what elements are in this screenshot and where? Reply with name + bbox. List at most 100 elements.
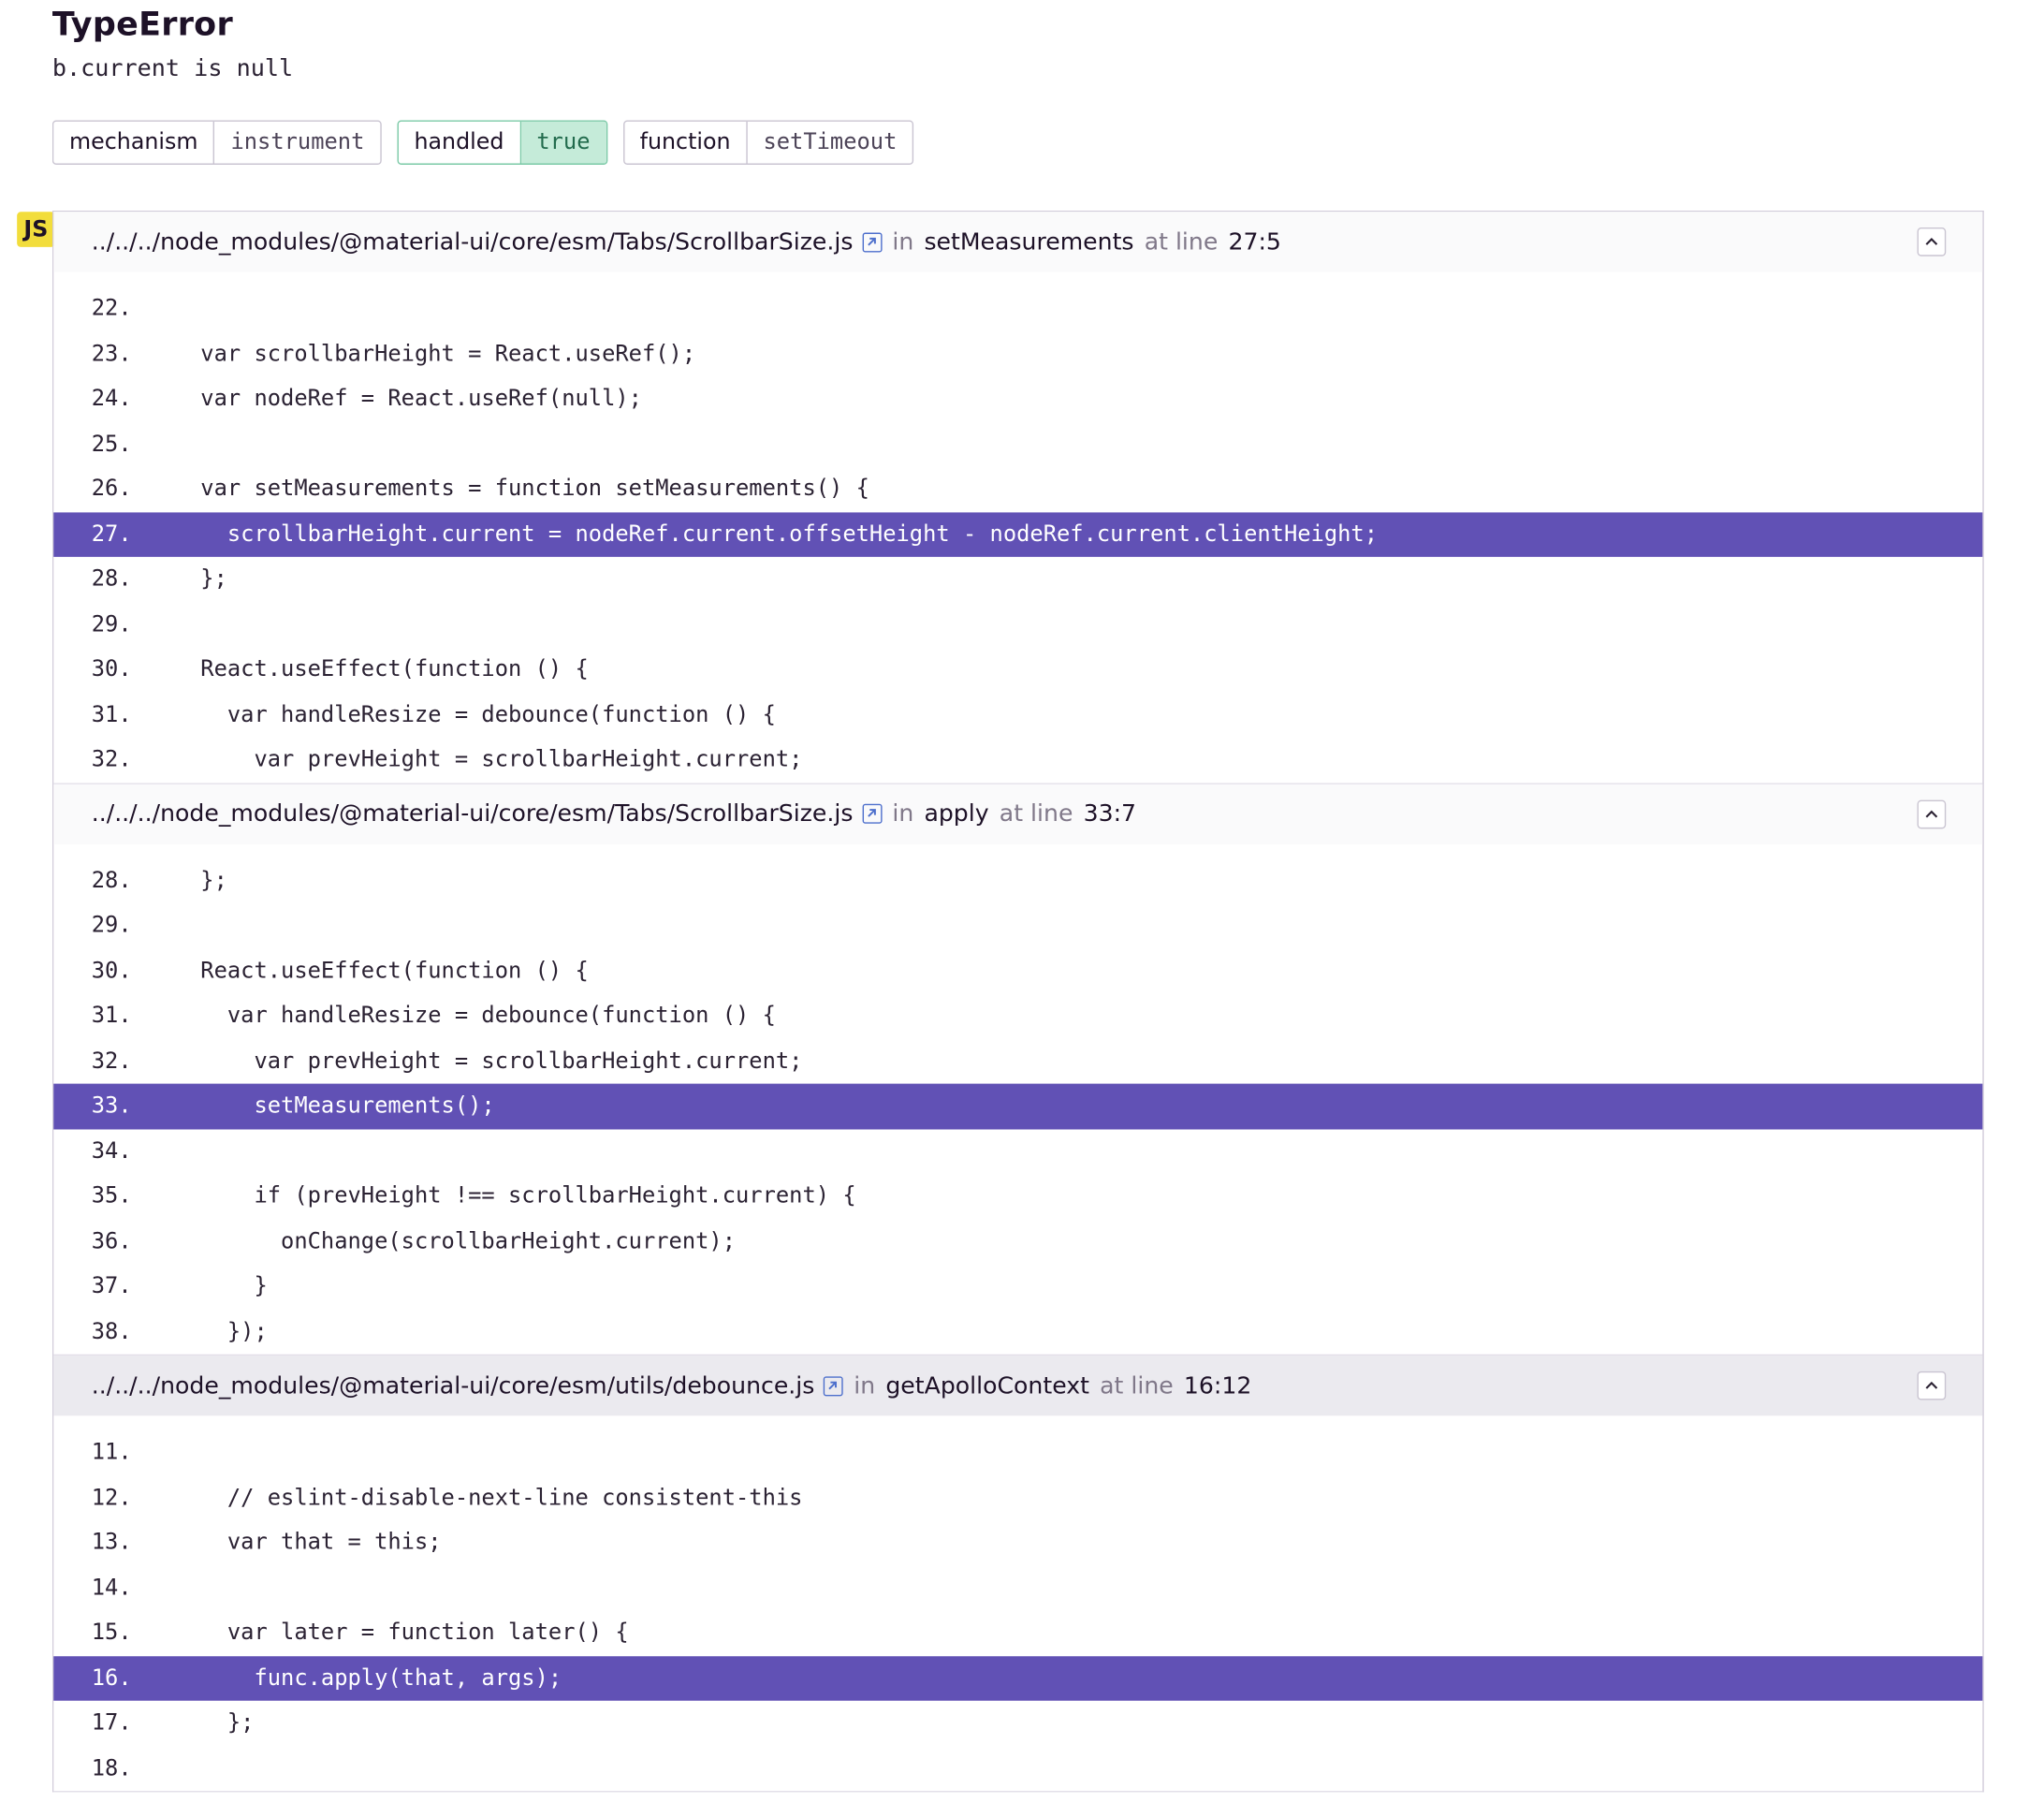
line-number: 31. <box>91 701 132 728</box>
line-number: 28. <box>91 565 132 593</box>
tag-key: mechanism <box>53 121 215 164</box>
line-number: 15. <box>91 1620 132 1647</box>
line-code: var prevHeight = scrollbarHeight.current… <box>173 1048 803 1075</box>
line-number: 34. <box>91 1137 132 1165</box>
external-link-icon[interactable] <box>824 1375 844 1396</box>
line-number: 36. <box>91 1228 132 1255</box>
line-number: 37. <box>91 1273 132 1300</box>
frame-filename[interactable]: ../../../node_modules/@material-ui/core/… <box>92 800 854 828</box>
tag-value: instrument <box>230 129 365 156</box>
code-line: 13. var that = this; <box>53 1520 1982 1565</box>
frame-context-lines: 28. }; 29. 30. React.useEffect(function ()… <box>53 843 1983 1354</box>
frame-line-number: 16:12 <box>1183 1371 1252 1400</box>
code-line: 30. React.useEffect(function () { <box>53 647 1982 692</box>
code-line: 38. }); <box>53 1309 1982 1354</box>
line-code: scrollbarHeight.current = nodeRef.curren… <box>173 520 1379 548</box>
code-line: 30. React.useEffect(function () { <box>53 948 1982 993</box>
line-code: onChange(scrollbarHeight.current); <box>173 1228 736 1255</box>
code-line: 15. var later = function later() { <box>53 1610 1982 1655</box>
line-code: }; <box>173 1709 255 1737</box>
code-line: 28. }; <box>53 557 1982 602</box>
line-number: 29. <box>91 611 132 638</box>
collapse-frame-button[interactable] <box>1917 227 1947 257</box>
frame-function: setMeasurements <box>924 227 1134 256</box>
stack-frame: ../../../node_modules/@material-ui/core/… <box>53 212 1983 784</box>
code-line: 37. } <box>53 1264 1982 1309</box>
line-code: var nodeRef = React.useRef(null); <box>173 386 642 413</box>
line-number: 35. <box>91 1183 132 1210</box>
code-line: 14. <box>53 1565 1982 1610</box>
line-code: var prevHeight = scrollbarHeight.current… <box>173 746 803 773</box>
line-number: 29. <box>91 913 132 939</box>
line-number: 26. <box>91 476 132 503</box>
frame-header[interactable]: ../../../node_modules/@material-ui/core/… <box>53 784 1983 844</box>
line-code: } <box>173 1273 268 1300</box>
frame-in-label: in <box>892 799 914 828</box>
frame-at-line-label: at line <box>999 799 1073 828</box>
line-number: 24. <box>91 386 132 413</box>
frame-filename[interactable]: ../../../node_modules/@material-ui/core/… <box>92 1372 815 1400</box>
mechanism-tag[interactable]: mechanism instrument <box>51 120 382 165</box>
exception-value: b.current is null <box>51 54 294 82</box>
chevron-up-icon <box>1925 809 1938 817</box>
external-link-icon[interactable] <box>862 803 883 824</box>
mechanism-tag[interactable]: handled true <box>397 120 607 165</box>
frame-header[interactable]: ../../../node_modules/@material-ui/core/… <box>53 212 1983 272</box>
line-number: 33. <box>91 1092 132 1120</box>
stack-frame: ../../../node_modules/@material-ui/core/… <box>53 784 1983 1356</box>
line-number: 31. <box>91 1003 132 1030</box>
code-line: 32. var prevHeight = scrollbarHeight.cur… <box>53 1038 1982 1083</box>
code-line: 17. }; <box>53 1701 1982 1746</box>
line-number: 12. <box>91 1484 132 1511</box>
line-number: 13. <box>91 1530 132 1557</box>
line-code: React.useEffect(function () { <box>173 958 589 985</box>
code-line: 25. <box>53 421 1982 466</box>
highlighted-code-line: 27. scrollbarHeight.current = nodeRef.cu… <box>53 511 1983 557</box>
line-number: 32. <box>91 746 132 773</box>
frame-filename[interactable]: ../../../node_modules/@material-ui/core/… <box>92 228 854 256</box>
line-code: if (prevHeight !== scrollbarHeight.curre… <box>173 1183 856 1210</box>
code-line: 28. }; <box>53 858 1982 903</box>
code-line: 12. // eslint-disable-next-line consiste… <box>53 1475 1982 1520</box>
highlighted-code-line: 33. setMeasurements(); <box>53 1083 1983 1129</box>
collapse-frame-button[interactable] <box>1917 1371 1947 1400</box>
frame-function: apply <box>924 799 989 828</box>
external-link-icon[interactable] <box>862 231 883 252</box>
code-line: 31. var handleResize = debounce(function… <box>53 692 1982 737</box>
code-line: 29. <box>53 602 1982 647</box>
frame-function: getApolloContext <box>885 1371 1089 1400</box>
line-code: var setMeasurements = function setMeasur… <box>173 476 869 503</box>
line-code: }; <box>173 565 227 593</box>
code-line: 29. <box>53 903 1982 948</box>
mechanism-tag[interactable]: function setTimeout <box>622 120 914 165</box>
line-code: func.apply(that, args); <box>173 1664 562 1692</box>
collapse-frame-button[interactable] <box>1917 799 1947 828</box>
tag-key: handled <box>399 121 521 164</box>
line-number: 23. <box>91 341 132 368</box>
line-number: 25. <box>91 431 132 458</box>
line-code: React.useEffect(function () { <box>173 656 589 683</box>
line-number: 32. <box>91 1048 132 1075</box>
line-number: 14. <box>91 1575 132 1602</box>
frame-at-line-label: at line <box>1144 227 1219 256</box>
mechanism-tags: mechanism instrument handled true function se… <box>51 120 914 165</box>
line-number: 38. <box>91 1318 132 1345</box>
code-line: 11. <box>53 1430 1982 1475</box>
chevron-up-icon <box>1925 238 1938 245</box>
code-line: 32. var prevHeight = scrollbarHeight.cur… <box>53 738 1982 783</box>
code-line: 34. <box>53 1129 1982 1174</box>
frame-context-lines: 11. 12. // eslint-disable-next-line consi… <box>53 1415 1983 1791</box>
frame-line-number: 27:5 <box>1228 227 1281 256</box>
js-platform-badge: JS <box>17 212 55 247</box>
frame-context-lines: 22. 23. var scrollbarHeight = React.useRe… <box>53 271 1983 783</box>
frame-in-label: in <box>854 1371 876 1400</box>
line-code: }); <box>173 1318 268 1345</box>
line-number: 30. <box>91 958 132 985</box>
code-line: 35. if (prevHeight !== scrollbarHeight.c… <box>53 1174 1982 1219</box>
line-number: 28. <box>91 867 132 894</box>
code-line: 24. var nodeRef = React.useRef(null); <box>53 376 1982 421</box>
line-code: var scrollbarHeight = React.useRef(); <box>173 341 696 368</box>
frame-header[interactable]: ../../../node_modules/@material-ui/core/… <box>53 1356 1983 1416</box>
frame-line-number: 33:7 <box>1083 799 1137 828</box>
code-line: 23. var scrollbarHeight = React.useRef()… <box>53 331 1982 376</box>
